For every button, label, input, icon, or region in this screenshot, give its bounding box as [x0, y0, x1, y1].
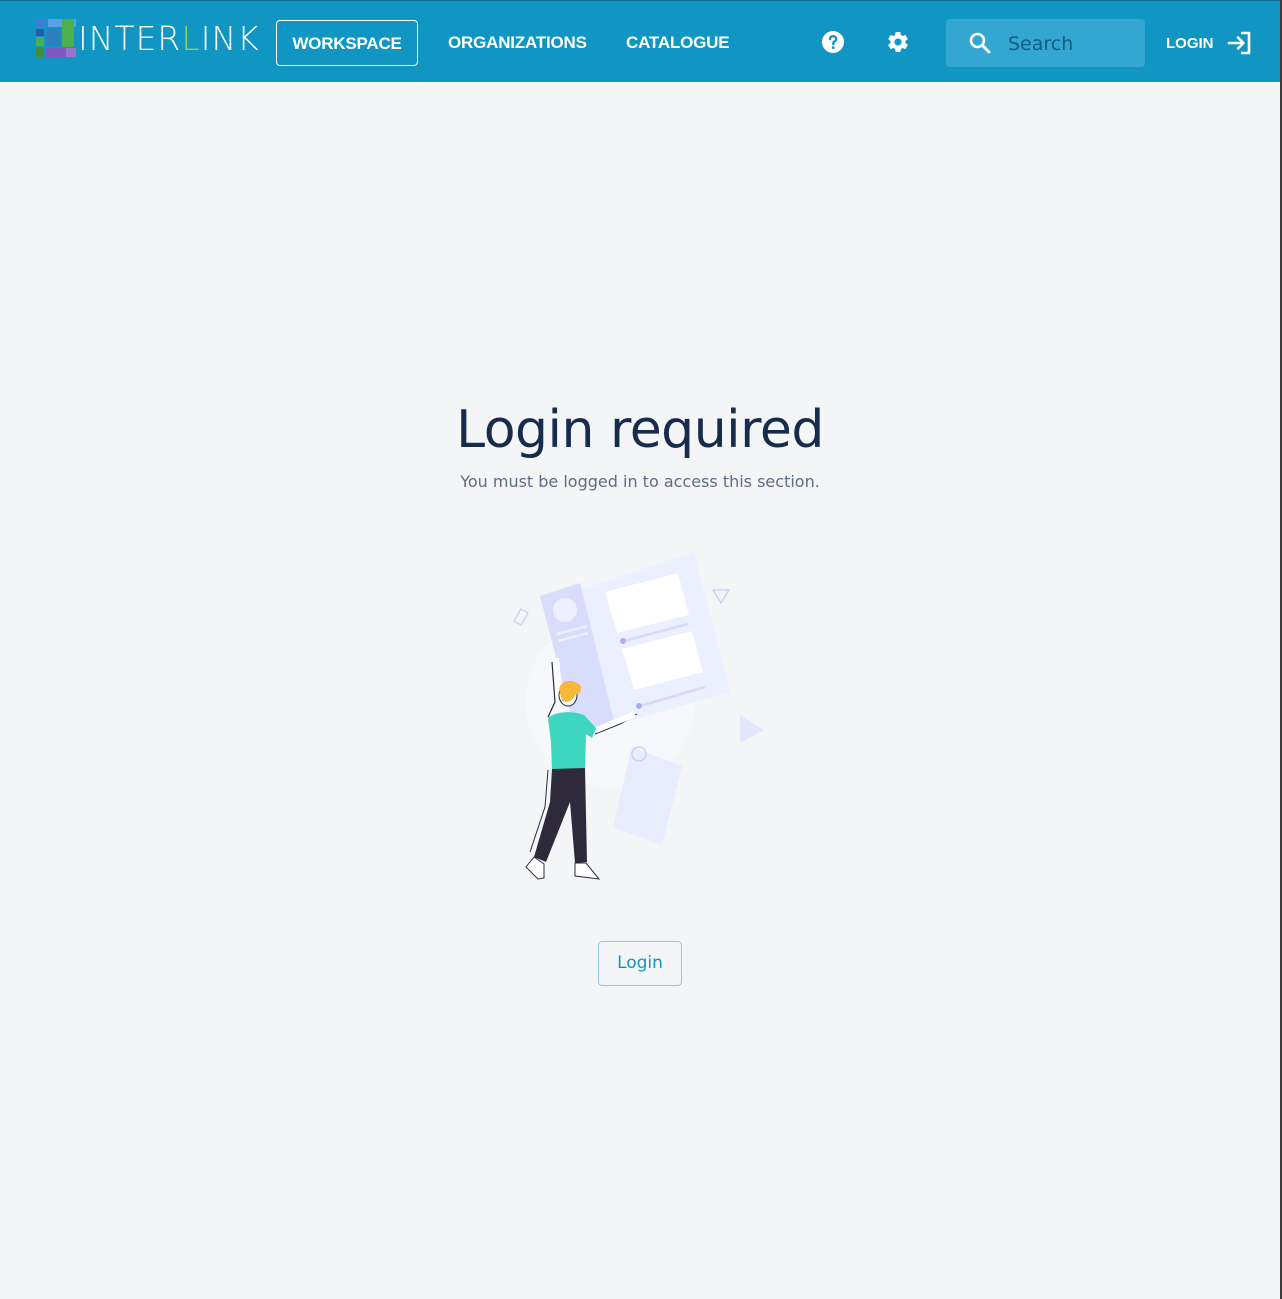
logo-text: INTERLINK — [78, 19, 260, 58]
page-subtitle: You must be logged in to access this sec… — [460, 472, 820, 491]
header-login-button[interactable]: LOGIN — [1166, 29, 1254, 57]
main-content: Login required You must be logged in to … — [0, 82, 1280, 1299]
nav-workspace-button[interactable]: WORKSPACE — [276, 20, 418, 66]
login-button[interactable]: Login — [598, 941, 682, 986]
nav-organizations-button[interactable]: ORGANIZATIONS — [448, 20, 587, 66]
person-holding-document-illustration — [513, 552, 764, 880]
help-circle-icon[interactable] — [821, 30, 845, 54]
page-title: Login required — [456, 400, 824, 460]
search-input[interactable] — [1006, 29, 1140, 59]
search-box[interactable] — [946, 19, 1145, 67]
search-icon — [969, 32, 991, 54]
login-arrow-icon — [1227, 31, 1250, 55]
top-navigation-bar: INTERLINK WORKSPACE ORGANIZATIONS CATALO… — [0, 0, 1280, 82]
header-login-label: LOGIN — [1166, 34, 1214, 52]
interlink-logo[interactable]: INTERLINK — [34, 17, 260, 61]
nav-catalogue-button[interactable]: CATALOGUE — [626, 20, 730, 66]
logo-mark-icon — [36, 19, 76, 57]
page: INTERLINK WORKSPACE ORGANIZATIONS CATALO… — [0, 0, 1282, 1299]
gear-icon[interactable] — [886, 30, 910, 54]
